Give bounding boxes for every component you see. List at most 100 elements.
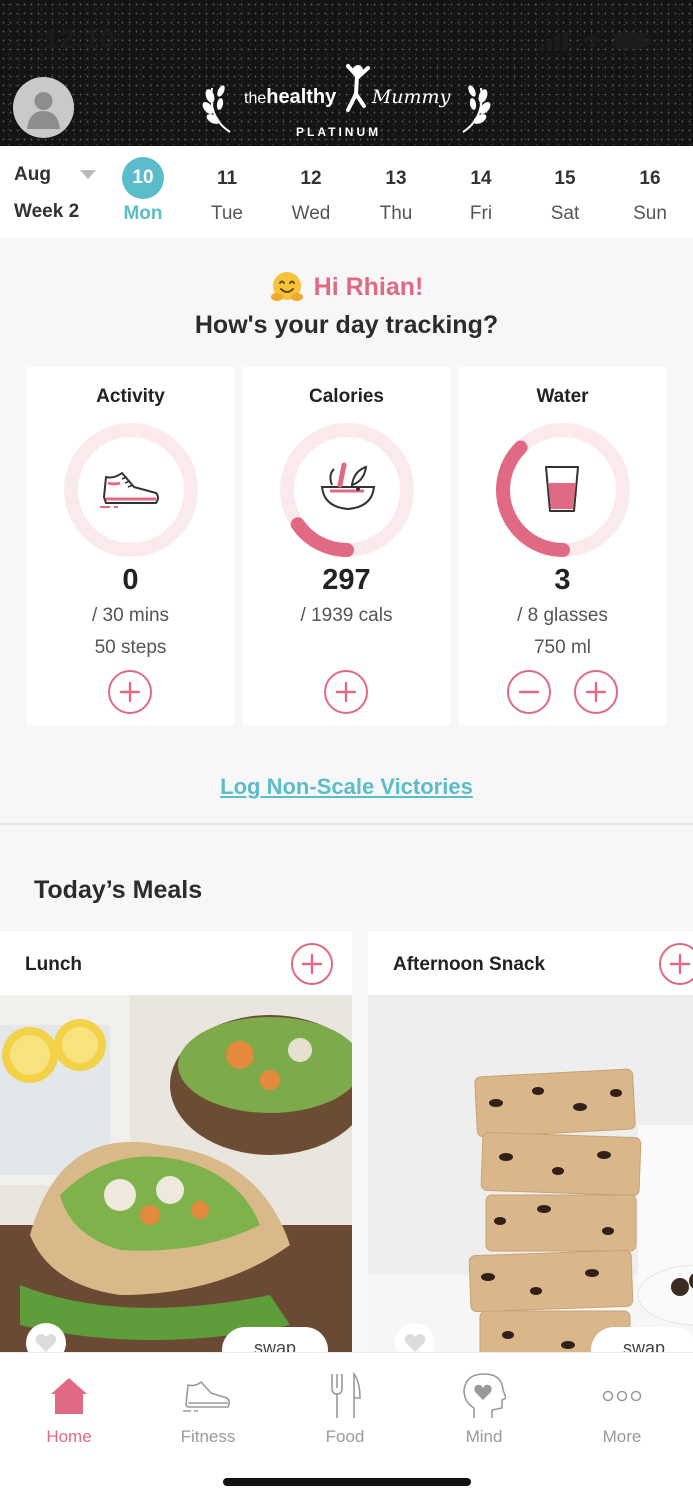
activity-title: Activity <box>96 386 165 407</box>
fork-knife-icon <box>331 1372 361 1418</box>
home-indicator <box>223 1478 471 1486</box>
tab-food[interactable]: Food <box>295 1371 395 1447</box>
battery-icon <box>615 33 650 49</box>
chevron-down-icon[interactable] <box>80 170 96 180</box>
day-name: Sat <box>550 203 580 224</box>
water-card[interactable]: Water 3 / 8 glasses 750 ml <box>459 367 666 725</box>
lunch-photo[interactable] <box>0 995 352 1372</box>
greeting-line: Hi Rhian! <box>270 270 424 304</box>
meals-heading: Today’s Meals <box>34 876 203 904</box>
day-name: Fri <box>469 203 493 224</box>
snack-photo[interactable] <box>368 995 693 1372</box>
brand-logo: thehealthy Mummy PLATINUM <box>200 62 493 142</box>
day-mon[interactable]: 10 Mon <box>113 157 173 225</box>
water-value: 3 <box>554 564 571 596</box>
day-wed[interactable]: 12 Wed <box>281 163 341 225</box>
add-water-button[interactable] <box>574 670 618 714</box>
remove-water-button[interactable] <box>507 670 551 714</box>
logo-platinum: PLATINUM <box>296 125 382 139</box>
plus-icon <box>585 681 607 703</box>
meal-card-lunch[interactable]: Lunch <box>0 932 352 1372</box>
tab-mind[interactable]: Mind <box>434 1371 534 1447</box>
logo-mummy: Mummy <box>371 86 451 108</box>
day-number: 12 <box>300 168 322 189</box>
laurel-right-icon <box>462 85 491 133</box>
signal-icon <box>539 32 568 50</box>
activity-goal: / 30 mins <box>91 605 170 626</box>
add-activity-button[interactable] <box>108 670 152 714</box>
water-goal: / 8 glasses <box>517 605 608 626</box>
tab-label: Food <box>325 1427 365 1446</box>
heart-icon <box>35 1333 57 1352</box>
activity-card[interactable]: Activity 0 / 30 mins 50 steps <box>27 367 234 725</box>
day-thu[interactable]: 13 Thu <box>366 163 426 225</box>
status-icons <box>539 32 651 50</box>
snack-bars-illustration <box>368 995 693 1372</box>
plus-icon <box>669 953 691 975</box>
hugging-face-emoji-icon <box>270 272 303 301</box>
add-snack-button[interactable] <box>659 943 693 985</box>
calories-goal: / 1939 cals <box>300 605 393 626</box>
shoe-icon <box>183 1381 231 1412</box>
day-fri[interactable]: 14 Fri <box>451 163 511 225</box>
meal-name: Lunch <box>25 954 82 975</box>
water-progress-ring <box>496 423 630 557</box>
tab-home[interactable]: Home <box>19 1371 119 1447</box>
tab-more[interactable]: More <box>572 1371 672 1447</box>
day-number: 13 <box>385 168 407 189</box>
plus-icon <box>335 681 357 703</box>
day-number: 16 <box>639 168 661 189</box>
water-glass-icon <box>545 466 579 512</box>
sneaker-icon <box>100 472 159 508</box>
plus-icon <box>119 681 141 703</box>
greeting-hello: Hi Rhian! <box>313 272 424 301</box>
logo-healthy: healthy <box>266 86 337 108</box>
wifi-icon <box>583 36 601 49</box>
month-selector[interactable]: Aug <box>14 164 51 186</box>
water-ml: 750 ml <box>533 637 592 658</box>
add-lunch-button[interactable] <box>291 943 333 985</box>
day-number: 10 <box>122 157 164 199</box>
greeting: Hi Rhian! <box>0 270 693 309</box>
laurel-left-icon <box>202 85 231 133</box>
day-name: Mon <box>123 203 163 224</box>
home-icon <box>51 1378 87 1414</box>
activity-value: 0 <box>122 564 139 596</box>
tab-label: More <box>602 1427 642 1446</box>
pita-salad-illustration <box>0 995 352 1372</box>
status-time: 12:10 <box>44 24 116 54</box>
head-heart-icon <box>463 1373 506 1418</box>
user-silhouette-icon <box>27 92 60 129</box>
calories-value: 297 <box>322 564 371 596</box>
day-name: Tue <box>210 203 244 224</box>
day-name: Wed <box>291 203 331 224</box>
tab-label: Fitness <box>180 1427 236 1446</box>
activity-progress-ring <box>64 423 198 557</box>
tab-label: Home <box>46 1427 92 1446</box>
heart-icon <box>404 1333 426 1352</box>
activity-steps: 50 steps <box>94 637 167 658</box>
day-sun[interactable]: 16 Sun <box>620 163 680 225</box>
tab-fitness[interactable]: Fitness <box>158 1371 258 1447</box>
salad-bowl-icon <box>320 462 376 511</box>
day-number: 14 <box>470 168 492 189</box>
section-divider <box>0 823 693 825</box>
tab-label: Mind <box>465 1427 503 1446</box>
profile-avatar[interactable] <box>13 77 74 138</box>
log-nsv-link[interactable]: Log Non-Scale Victories <box>0 774 693 800</box>
calories-card[interactable]: Calories 297 / 1939 cals <box>243 367 450 725</box>
greeting-question: How's your day tracking? <box>194 311 499 339</box>
plus-icon <box>301 953 323 975</box>
week-strip: Aug Week 2 10 Mon 11 Tue 12 Wed 13 Thu 1… <box>0 146 693 237</box>
logo-the: the <box>244 90 267 107</box>
day-sat[interactable]: 15 Sat <box>535 163 595 225</box>
day-name: Thu <box>379 203 413 224</box>
runner-figure-icon <box>346 64 370 112</box>
more-dots-icon <box>602 1390 642 1402</box>
day-tue[interactable]: 11 Tue <box>197 163 257 225</box>
app-header: 12:10 thehealthy Mummy PLATINUM <box>0 0 693 146</box>
add-calories-button[interactable] <box>324 670 368 714</box>
meal-card-afternoon-snack[interactable]: Afternoon Snack <box>368 932 693 1372</box>
day-number: 15 <box>554 168 576 189</box>
water-title: Water <box>536 386 589 407</box>
